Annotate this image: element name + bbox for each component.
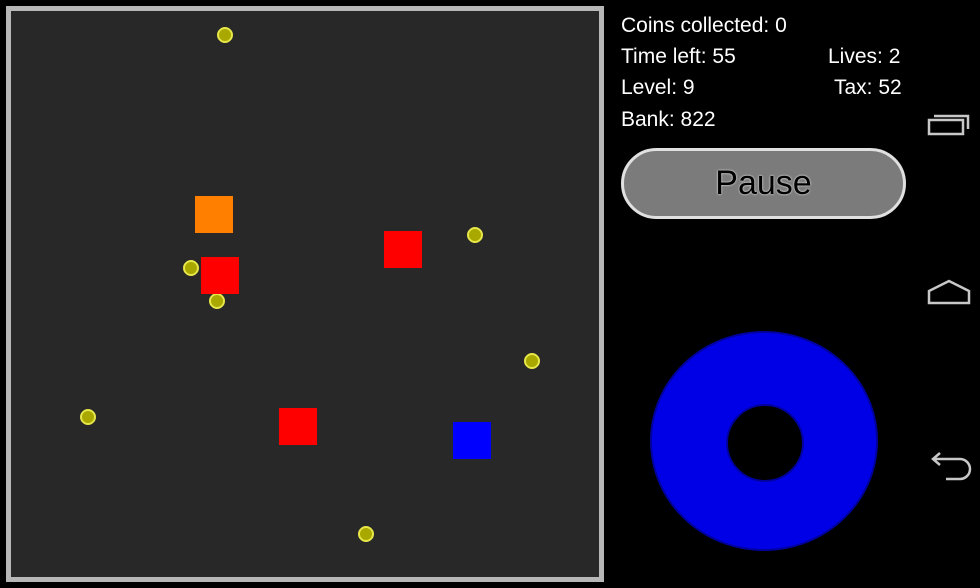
player-block	[453, 422, 491, 459]
pause-button[interactable]: Pause	[621, 148, 906, 219]
coin	[524, 353, 540, 369]
coin	[209, 293, 225, 309]
coin	[217, 27, 233, 43]
coins-collected-text: Coins collected: 0	[621, 14, 787, 37]
red-enemy-block	[384, 231, 422, 268]
coin	[467, 227, 483, 243]
tax-text: Tax: 52	[834, 76, 902, 99]
system-navigation-bar	[916, 0, 980, 588]
coin	[358, 526, 374, 542]
lives-text: Lives: 2	[828, 45, 901, 68]
joystick[interactable]	[650, 331, 878, 551]
recent-apps-icon[interactable]	[926, 104, 974, 144]
red-enemy-block	[279, 408, 317, 445]
home-icon[interactable]	[926, 273, 974, 313]
coin	[183, 260, 199, 276]
joystick-center	[726, 404, 804, 482]
bank-text: Bank: 822	[621, 108, 716, 131]
orange-block	[195, 196, 233, 233]
coin	[80, 409, 96, 425]
back-icon[interactable]	[926, 444, 974, 484]
game-board[interactable]	[6, 6, 604, 582]
time-left-text: Time left: 55	[621, 45, 736, 68]
level-text: Level: 9	[621, 76, 695, 99]
red-enemy-block	[201, 257, 239, 294]
